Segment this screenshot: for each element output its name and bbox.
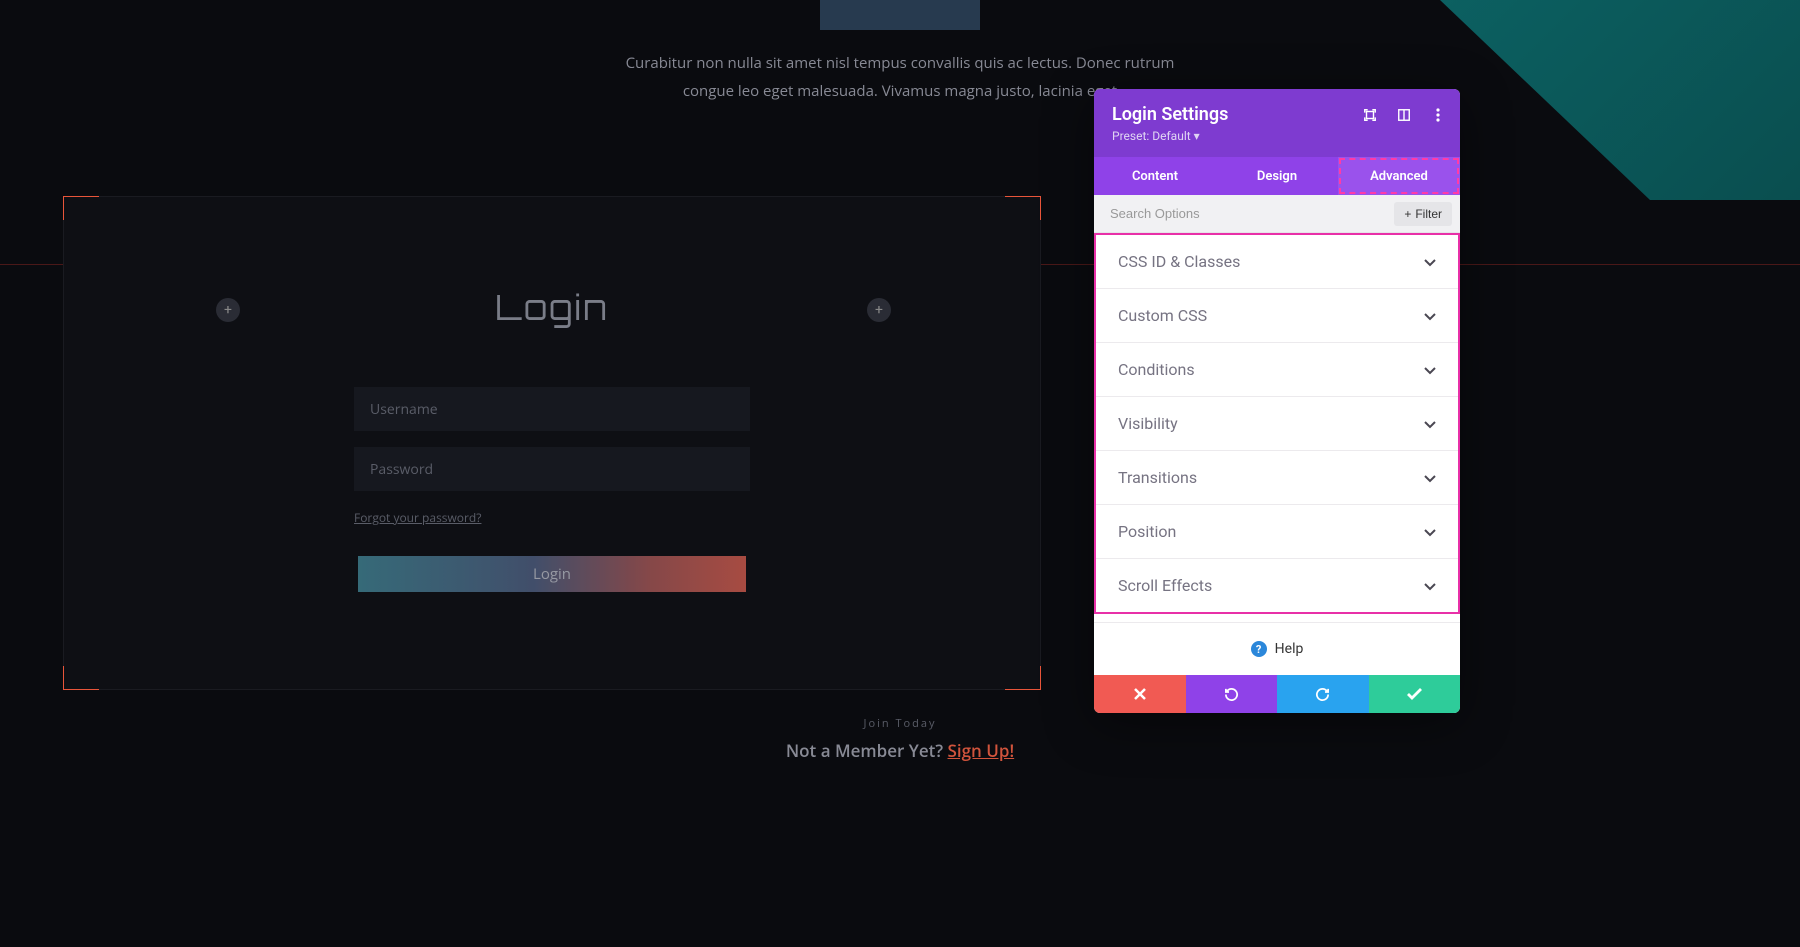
plus-icon: +	[875, 302, 883, 318]
caret-down-icon: ▾	[1194, 129, 1200, 143]
chevron-down-icon	[1424, 414, 1436, 433]
close-icon	[1134, 688, 1146, 700]
option-label: Scroll Effects	[1118, 576, 1212, 595]
chevron-down-icon	[1424, 522, 1436, 541]
chevron-down-icon	[1424, 468, 1436, 487]
option-label: Visibility	[1118, 414, 1178, 433]
filter-button[interactable]: + Filter	[1394, 202, 1452, 226]
settings-tabs: Content Design Advanced	[1094, 157, 1460, 195]
option-visibility[interactable]: Visibility	[1096, 397, 1458, 451]
undo-icon	[1224, 687, 1239, 702]
help-row[interactable]: ? Help	[1094, 622, 1460, 675]
login-submit-button[interactable]: Login	[358, 556, 746, 592]
option-label: Transitions	[1118, 468, 1197, 487]
option-custom-css[interactable]: Custom CSS	[1096, 289, 1458, 343]
check-icon	[1407, 688, 1422, 700]
forgot-password-link[interactable]: Forgot your password?	[354, 509, 481, 526]
filter-label: Filter	[1415, 207, 1442, 221]
login-settings-panel: Login Settings Preset: Default ▾ Content…	[1094, 89, 1460, 713]
help-icon: ?	[1251, 641, 1267, 657]
option-transitions[interactable]: Transitions	[1096, 451, 1458, 505]
signup-prefix: Not a Member Yet?	[786, 739, 948, 762]
expand-icon[interactable]	[1362, 107, 1378, 123]
help-label: Help	[1275, 641, 1304, 657]
preset-label: Preset:	[1112, 129, 1152, 143]
corner-decoration	[1005, 666, 1041, 690]
advanced-options-list: CSS ID & Classes Custom CSS Conditions V…	[1094, 233, 1460, 614]
password-input[interactable]	[354, 447, 750, 491]
add-module-left-button[interactable]: +	[216, 298, 240, 322]
preset-value: Default	[1152, 129, 1190, 143]
option-scroll-effects[interactable]: Scroll Effects	[1096, 559, 1458, 612]
chevron-down-icon	[1424, 576, 1436, 595]
redo-button[interactable]	[1277, 675, 1369, 713]
option-css-id-classes[interactable]: CSS ID & Classes	[1096, 235, 1458, 289]
more-menu-icon[interactable]	[1430, 107, 1446, 123]
corner-decoration	[1005, 196, 1041, 220]
plus-icon: +	[224, 302, 232, 318]
add-module-right-button[interactable]: +	[867, 298, 891, 322]
chevron-down-icon	[1424, 360, 1436, 379]
option-label: Custom CSS	[1118, 306, 1207, 325]
option-label: Position	[1118, 522, 1176, 541]
search-row: + Filter	[1094, 195, 1460, 233]
option-label: Conditions	[1118, 360, 1195, 379]
option-conditions[interactable]: Conditions	[1096, 343, 1458, 397]
signup-line: Not a Member Yet? Sign Up!	[786, 739, 1014, 762]
corner-decoration	[63, 196, 99, 220]
chevron-down-icon	[1424, 252, 1436, 271]
background-top-shape	[820, 0, 980, 30]
tab-content[interactable]: Content	[1094, 157, 1216, 195]
preset-dropdown[interactable]: Preset: Default ▾	[1112, 129, 1442, 143]
join-today-label: Join Today	[786, 716, 1014, 731]
option-position[interactable]: Position	[1096, 505, 1458, 559]
corner-decoration	[63, 666, 99, 690]
save-button[interactable]	[1369, 675, 1461, 713]
cancel-button[interactable]	[1094, 675, 1186, 713]
username-input[interactable]	[354, 387, 750, 431]
login-heading: Login	[495, 287, 608, 329]
search-options-input[interactable]	[1110, 206, 1394, 221]
plus-icon: +	[1404, 207, 1411, 221]
option-label: CSS ID & Classes	[1118, 252, 1240, 271]
tab-advanced[interactable]: Advanced	[1338, 157, 1460, 195]
tab-design[interactable]: Design	[1216, 157, 1338, 195]
login-module[interactable]: Login Forgot your password? Login	[63, 196, 1041, 690]
panel-action-bar	[1094, 675, 1460, 713]
chevron-down-icon	[1424, 306, 1436, 325]
signup-link[interactable]: Sign Up!	[948, 739, 1015, 762]
redo-icon	[1315, 687, 1330, 702]
undo-button[interactable]	[1186, 675, 1278, 713]
panel-header: Login Settings Preset: Default ▾	[1094, 89, 1460, 157]
panel-layout-icon[interactable]	[1396, 107, 1412, 123]
